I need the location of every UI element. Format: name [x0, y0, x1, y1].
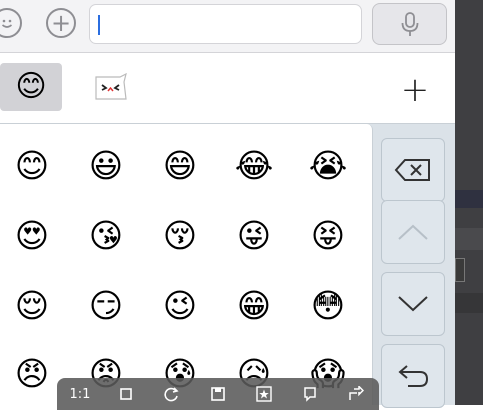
background-strip-control	[455, 258, 465, 282]
message-text-field[interactable]	[89, 4, 362, 44]
copy-button[interactable]	[287, 386, 333, 402]
emoji-key[interactable]: 😊	[12, 146, 52, 186]
background-strip-segment	[455, 190, 483, 208]
favorite-button[interactable]	[241, 386, 287, 402]
background-window-edge	[455, 0, 483, 405]
copy-icon	[304, 387, 316, 402]
share-icon	[349, 386, 364, 400]
page-up-key[interactable]	[381, 200, 445, 264]
crop-icon	[120, 388, 132, 400]
background-strip-segment	[455, 228, 483, 250]
emoji-key[interactable]: 😠	[12, 354, 52, 394]
return-key[interactable]	[381, 344, 445, 408]
attach-button[interactable]: +	[46, 8, 76, 38]
emoji-key[interactable]: 😄	[160, 146, 200, 186]
microphone-icon	[401, 12, 418, 36]
save-icon	[211, 387, 225, 401]
text-caret	[98, 15, 100, 35]
emoji-key[interactable]: 😂	[234, 146, 274, 186]
ratio-1-1-button[interactable]: 1:1	[57, 387, 103, 402]
emoji-key[interactable]: 😜	[234, 216, 274, 256]
crop-button[interactable]	[103, 386, 149, 402]
sticker-tab-icon	[95, 73, 127, 100]
emoji-keyboard-panel: 😊 😃 😄 😂 😭 😍 😘 😚 😜 😝 😌 😏 😉 😁 😳 😠 😡 😰 😥 😱	[0, 124, 455, 408]
rotate-button[interactable]	[149, 386, 195, 402]
voice-input-button[interactable]	[372, 3, 447, 45]
emoji-key[interactable]: 😝	[308, 216, 348, 256]
add-emoji-pack-button[interactable]: +	[398, 73, 432, 107]
favorite-icon	[256, 386, 272, 402]
backspace-icon	[394, 159, 430, 181]
smiley-face-icon	[1, 19, 13, 28]
emoji-key[interactable]: 😭	[308, 146, 348, 186]
save-button[interactable]	[195, 386, 241, 402]
backspace-key[interactable]	[381, 138, 445, 202]
recent-emoji-tab-icon: 😊	[15, 69, 47, 104]
emoji-category-bar: 😊 +	[0, 53, 455, 124]
return-arrow-icon	[398, 365, 429, 387]
share-button[interactable]	[333, 386, 379, 402]
chevron-down-icon	[398, 296, 428, 312]
rotate-icon	[164, 387, 179, 402]
emoji-key[interactable]: 😉	[160, 286, 200, 326]
emoji-key[interactable]: 😍	[12, 216, 52, 256]
emoji-key[interactable]: 😃	[86, 146, 126, 186]
emoji-key[interactable]: 😌	[12, 286, 52, 326]
emoji-key[interactable]: 😁	[234, 286, 274, 326]
message-input-bar: +	[0, 0, 455, 53]
background-strip-segment	[455, 293, 483, 313]
page-down-key[interactable]	[381, 272, 445, 336]
emoji-key[interactable]: 😏	[86, 286, 126, 326]
emoji-toggle-button[interactable]	[0, 8, 22, 38]
plus-icon: +	[400, 70, 430, 110]
plus-circle-icon: +	[50, 9, 72, 37]
emoji-key[interactable]: 😘	[86, 216, 126, 256]
emoji-key[interactable]: 😳	[308, 286, 348, 326]
emoji-key[interactable]: 😚	[160, 216, 200, 256]
ratio-label: 1:1	[69, 386, 91, 402]
chevron-up-icon	[398, 224, 428, 240]
tab-stickers[interactable]	[91, 73, 131, 103]
floating-image-toolbar: 1:1	[57, 378, 379, 410]
emoji-grid: 😊 😃 😄 😂 😭 😍 😘 😚 😜 😝 😌 😏 😉 😁 😳 😠 😡 😰 😥 😱	[0, 124, 373, 405]
tab-recent-emoji[interactable]: 😊	[0, 63, 62, 111]
